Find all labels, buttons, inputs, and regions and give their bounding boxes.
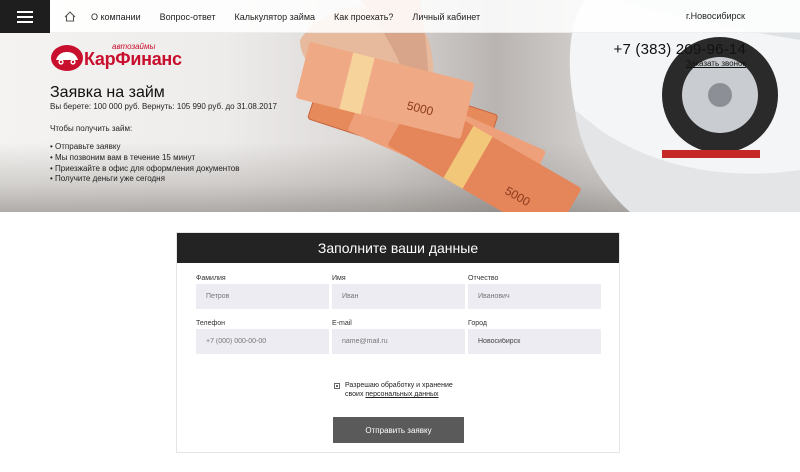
phone-label: Телефон (196, 320, 226, 327)
logo-text: КарФинанс (84, 49, 182, 69)
banknotes-image: 5000 5000 5000 5000 (296, 42, 581, 212)
menu-icon[interactable] (0, 0, 50, 33)
last-name-label: Фамилия (196, 275, 226, 282)
nav-link-account[interactable]: Личный кабинет (412, 12, 480, 22)
patronymic-input[interactable] (468, 284, 601, 309)
top-navigation-bar: О компании Вопрос-ответ Калькулятор займ… (0, 0, 800, 33)
last-name-input[interactable] (196, 284, 329, 309)
page-title: Заявка на займ (50, 84, 165, 101)
step-item: • Отправьте заявку (50, 142, 121, 151)
form-header: Заполните ваши данные (177, 233, 619, 263)
step-item: • Приезжайте в офис для оформления докум… (50, 164, 240, 173)
home-icon[interactable] (64, 10, 78, 24)
step-item: • Мы позвоним вам в течение 15 минут (50, 153, 196, 162)
first-name-input[interactable] (332, 284, 465, 309)
email-input[interactable] (332, 329, 465, 354)
email-label: E-mail (332, 320, 352, 327)
application-form: Заполните ваши данные Фамилия Имя Отчест… (176, 232, 620, 453)
phone-input[interactable] (196, 329, 329, 354)
city-selector[interactable]: г.Новосибирск (686, 11, 745, 21)
callback-link[interactable]: Заказать звонок (686, 59, 746, 68)
logo[interactable]: автозаймы КарФинанс (50, 41, 190, 73)
logo-car-icon (51, 45, 83, 71)
nav-link-calculator[interactable]: Калькулятор займа (234, 12, 315, 22)
consent-prefix: своих (345, 391, 366, 398)
patronymic-label: Отчество (468, 275, 499, 282)
main-nav: О компании Вопрос-ответ Калькулятор займ… (64, 0, 499, 33)
nav-link-about[interactable]: О компании (91, 12, 141, 22)
personal-data-link[interactable]: персональных данных (365, 391, 438, 398)
city-input[interactable] (468, 329, 601, 354)
consent-text: Разрешаю обработку и хранение своих перс… (345, 381, 453, 399)
phone-number[interactable]: +7 (383) 209-96-14 (614, 41, 746, 58)
nav-link-faq[interactable]: Вопрос-ответ (160, 12, 216, 22)
nav-link-directions[interactable]: Как проехать? (334, 12, 393, 22)
steps-intro: Чтобы получить займ: (50, 124, 133, 133)
city-label: Город (468, 320, 487, 327)
consent-checkbox[interactable] (334, 383, 340, 389)
loan-summary: Вы берете: 100 000 руб. Вернуть: 105 990… (50, 102, 277, 111)
consent-block: Разрешаю обработку и хранение своих перс… (334, 381, 453, 399)
first-name-label: Имя (332, 275, 346, 282)
submit-button[interactable]: Отправить заявку (333, 417, 464, 443)
step-item: • Получите деньги уже сегодня (50, 174, 165, 183)
form-title: Заполните ваши данные (317, 240, 479, 256)
consent-line: Разрешаю обработку и хранение (345, 382, 453, 389)
